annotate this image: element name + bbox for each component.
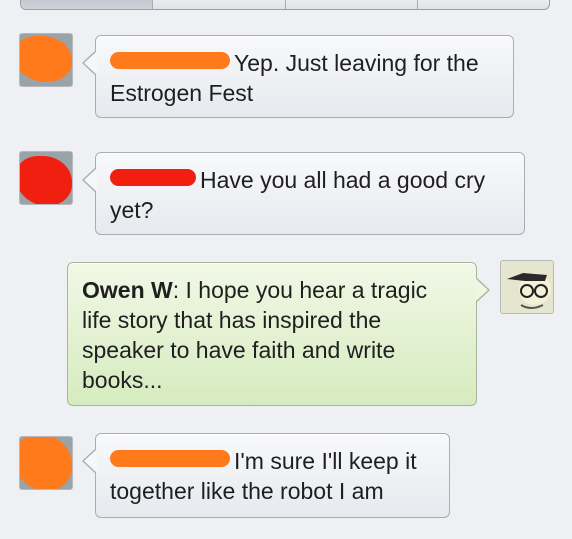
user-photo-icon bbox=[501, 261, 553, 313]
bubble-pointer bbox=[82, 448, 97, 474]
redaction-mark bbox=[20, 437, 72, 489]
message-bubble[interactable]: I'm sure I'll keep it together like the … bbox=[82, 433, 450, 518]
message-bubble[interactable]: Yep. Just leaving for the Estrogen Fest bbox=[82, 35, 514, 118]
avatar[interactable] bbox=[19, 33, 73, 87]
redacted-name bbox=[110, 450, 230, 467]
bubble-pointer bbox=[82, 50, 97, 76]
avatar-owen[interactable] bbox=[500, 260, 554, 314]
avatar[interactable] bbox=[19, 436, 73, 490]
redacted-name bbox=[110, 52, 230, 69]
message-bubble-outgoing[interactable]: Owen W: I hope you hear a tragic life st… bbox=[67, 262, 490, 406]
segment-4[interactable] bbox=[418, 0, 549, 9]
segment-2[interactable] bbox=[153, 0, 286, 9]
sender-name: Owen W bbox=[82, 277, 173, 303]
bubble-pointer bbox=[475, 277, 490, 303]
redaction-mark bbox=[20, 156, 72, 204]
message-bubble[interactable]: Have you all had a good cry yet? bbox=[82, 152, 525, 235]
segmented-control[interactable] bbox=[20, 0, 550, 10]
redacted-name bbox=[110, 169, 196, 186]
sender-separator: : bbox=[172, 277, 186, 303]
avatar[interactable] bbox=[19, 151, 73, 205]
segment-3[interactable] bbox=[286, 0, 418, 9]
redaction-mark bbox=[20, 36, 72, 82]
bubble-pointer bbox=[82, 167, 97, 193]
segment-1[interactable] bbox=[21, 0, 154, 9]
